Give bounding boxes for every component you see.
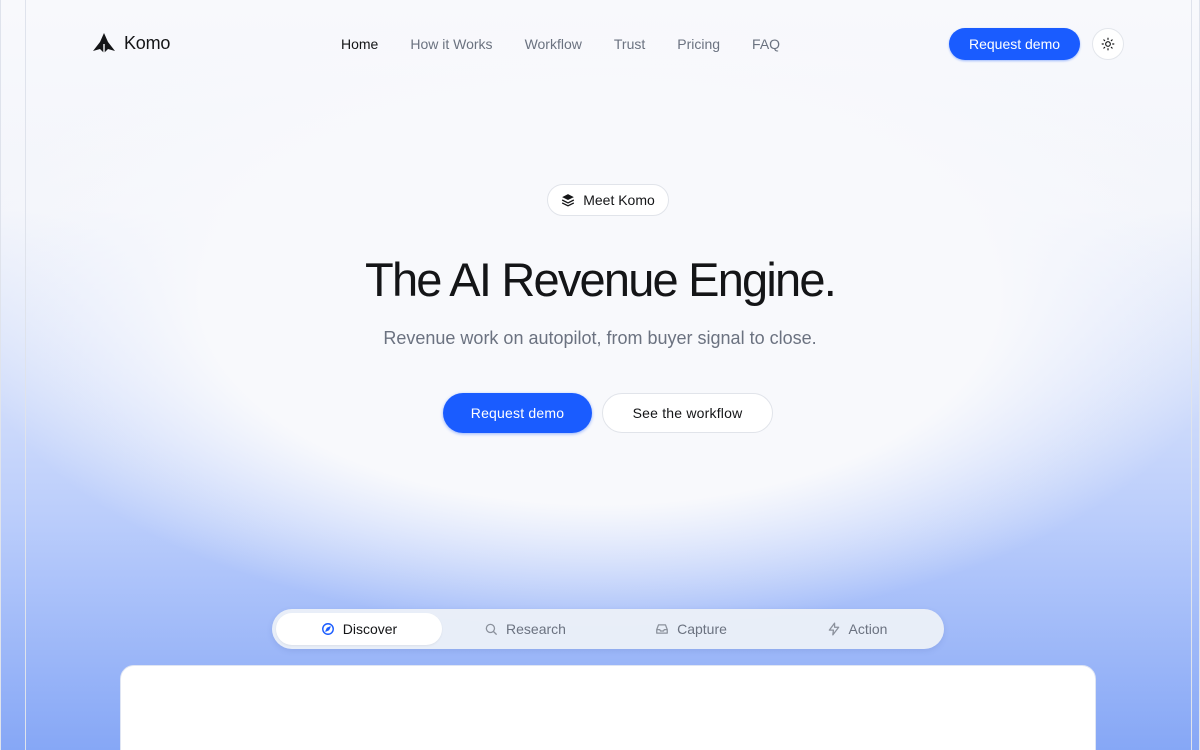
top-nav: Komo Home How it Works Workflow Trust Pr… [0,0,1200,88]
nav-item-pricing[interactable]: Pricing [677,36,720,52]
sun-icon [1101,37,1115,51]
hero-actions: Request demo See the workflow [443,393,773,433]
tab-capture[interactable]: Capture [608,613,774,645]
discover-icon [321,623,334,635]
tab-label: Research [506,621,566,637]
brand-logo-link[interactable]: Komo [92,32,170,54]
badge-label: Meet Komo [583,192,655,208]
inbox-icon [656,624,668,634]
nav-item-home[interactable]: Home [341,36,378,52]
nav-item-workflow[interactable]: Workflow [525,36,582,52]
workflow-tabs: Discover Research Capture Action [272,609,944,649]
layers-icon [562,194,575,207]
frame-line [1191,0,1192,750]
bolt-icon [828,622,839,636]
nav-item-faq[interactable]: FAQ [752,36,780,52]
frame-line [25,0,26,750]
meet-komo-badge: Meet Komo [547,184,669,216]
nav-item-how-it-works[interactable]: How it Works [410,36,492,52]
tab-label: Discover [342,621,398,637]
theme-toggle-button[interactable] [1092,28,1124,60]
header-request-demo-button[interactable]: Request demo [949,28,1080,60]
komo-logo-icon [93,33,115,53]
hero-subtitle: Revenue work on autopilot, from buyer si… [383,328,817,348]
see-workflow-button[interactable]: See the workflow [602,393,773,433]
main-nav: Home How it Works Workflow Trust Pricing… [341,36,780,52]
search-icon [485,623,497,635]
nav-item-trust[interactable]: Trust [614,36,645,52]
brand-name: Komo [124,32,171,53]
frame-line [0,0,1,750]
hero-title: The AI Revenue Engine. [365,253,837,306]
tab-research[interactable]: Research [442,613,608,645]
tab-action[interactable]: Action [774,613,940,645]
page: Komo Home How it Works Workflow Trust Pr… [0,0,1200,750]
tab-label: Capture [677,621,727,637]
tab-discover[interactable]: Discover [276,613,442,645]
workflow-preview-panel [120,665,1096,750]
tab-label: Action [848,621,888,637]
hero-request-demo-button[interactable]: Request demo [443,393,592,433]
